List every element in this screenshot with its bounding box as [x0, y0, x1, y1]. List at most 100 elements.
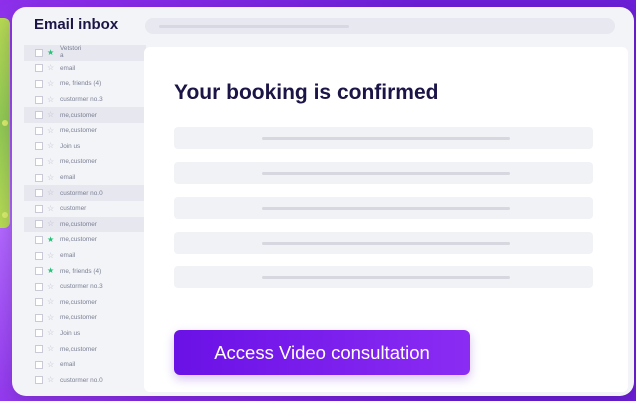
list-item[interactable]: ☆ custormer no.3	[24, 279, 146, 295]
checkbox-icon[interactable]	[35, 360, 43, 369]
checkbox-icon[interactable]	[35, 157, 43, 166]
list-item-label: email	[60, 64, 76, 72]
list-item-label: me,customer	[60, 111, 97, 119]
star-icon[interactable]: ★	[47, 267, 56, 275]
checkbox-icon[interactable]	[35, 376, 43, 385]
list-item[interactable]: ☆ email	[24, 248, 146, 264]
content-placeholder	[174, 162, 593, 184]
list-item-label: me,customer	[60, 236, 97, 244]
checkbox-icon[interactable]	[35, 298, 43, 307]
list-item-label: custormer no.0	[60, 376, 103, 384]
star-icon[interactable]: ☆	[47, 173, 56, 182]
list-item-label: customer	[60, 205, 87, 213]
star-icon[interactable]: ☆	[47, 95, 56, 104]
list-item-label: me,customer	[60, 298, 97, 306]
star-icon[interactable]: ★	[47, 48, 56, 57]
list-item[interactable]: ☆ email	[24, 357, 146, 373]
list-item[interactable]: ★ me, friends (4)	[24, 263, 146, 279]
search-bar[interactable]	[145, 18, 615, 34]
list-item[interactable]: ☆ Join us	[24, 139, 146, 155]
star-icon[interactable]: ☆	[47, 142, 56, 150]
content-placeholder	[174, 197, 593, 219]
decorative-dot	[2, 212, 8, 218]
star-icon[interactable]: ☆	[47, 329, 56, 337]
checkbox-icon[interactable]	[35, 235, 43, 244]
checkbox-icon[interactable]	[35, 64, 43, 73]
list-item[interactable]: ☆ me,customer	[24, 123, 146, 139]
star-icon[interactable]: ☆	[47, 157, 56, 166]
list-item[interactable]: ☆ me,customer	[24, 310, 146, 326]
star-icon[interactable]: ☆	[47, 204, 56, 213]
content-placeholder	[174, 266, 593, 288]
content-placeholder	[174, 232, 593, 254]
app-title: Email inbox	[34, 16, 119, 33]
list-item[interactable]: ☆ custormer no.3	[24, 92, 146, 108]
checkbox-icon[interactable]	[35, 95, 43, 104]
star-icon[interactable]: ☆	[47, 79, 56, 88]
star-icon[interactable]: ☆	[47, 298, 56, 306]
list-item[interactable]: ★ me,customer	[24, 232, 146, 248]
checkbox-icon[interactable]	[35, 251, 43, 260]
list-item[interactable]: ☆ me,customer	[24, 216, 146, 233]
checkbox-icon[interactable]	[35, 173, 43, 182]
list-item-label: me,customer	[60, 127, 97, 135]
star-icon[interactable]: ☆	[47, 126, 56, 135]
list-item-label: me, friends (4)	[60, 267, 102, 275]
checkbox-icon[interactable]	[35, 204, 43, 213]
checkbox-icon[interactable]	[35, 48, 43, 57]
list-item-label: Join us	[60, 329, 81, 337]
list-item[interactable]: ★ Vetstori a	[24, 45, 146, 61]
email-view: Your booking is confirmed Access Video c…	[144, 47, 628, 392]
list-item-label: me,customer	[60, 220, 97, 228]
list-item-label: Join us	[60, 142, 81, 150]
list-item-label: Vetstori a	[60, 45, 82, 59]
star-icon[interactable]: ☆	[47, 64, 56, 72]
star-icon[interactable]: ☆	[47, 251, 56, 260]
checkbox-icon[interactable]	[35, 345, 43, 354]
list-item[interactable]: ☆ me,customer	[24, 341, 146, 357]
list-item-label: me,customer	[60, 345, 97, 353]
checkbox-icon[interactable]	[35, 189, 43, 198]
list-item-label: custormer no.3	[60, 283, 103, 291]
search-placeholder-line	[159, 25, 349, 28]
checkbox-icon[interactable]	[35, 142, 43, 151]
list-item[interactable]: ☆ email	[24, 170, 146, 186]
list-item[interactable]: ☆ Join us	[24, 326, 146, 342]
email-window: Email inbox ★ Vetstori a ☆ email ☆ me, friends…	[12, 7, 634, 396]
checkbox-icon[interactable]	[35, 282, 43, 291]
inbox-list: ★ Vetstori a ☆ email ☆ me, friends (4) ☆ custorm…	[24, 45, 146, 388]
list-item[interactable]: ☆ customer	[24, 201, 146, 217]
checkbox-icon[interactable]	[35, 79, 43, 88]
star-icon[interactable]: ☆	[47, 360, 56, 369]
list-item[interactable]: ☆ me, friends (4)	[24, 76, 146, 92]
list-item[interactable]: ☆ me,customer	[24, 107, 146, 123]
star-icon[interactable]: ☆	[47, 282, 56, 291]
list-item[interactable]: ☆ custormer no.0	[24, 185, 146, 201]
checkbox-icon[interactable]	[35, 267, 43, 276]
checkbox-icon[interactable]	[35, 126, 43, 135]
checkbox-icon[interactable]	[35, 313, 43, 322]
star-icon[interactable]: ☆	[47, 345, 56, 353]
content-placeholder	[174, 127, 593, 149]
list-item-label: me,customer	[60, 158, 97, 166]
access-video-consultation-button[interactable]: Access Video consultation	[174, 330, 470, 375]
list-item-label: custormer no.0	[60, 189, 103, 197]
star-icon[interactable]: ☆	[47, 376, 56, 384]
list-item[interactable]: ☆ me,customer	[24, 154, 146, 170]
list-item-label: me,customer	[60, 314, 97, 322]
star-icon[interactable]: ☆	[47, 220, 56, 228]
star-icon[interactable]: ☆	[47, 111, 56, 119]
decorative-dot	[2, 120, 8, 126]
list-item[interactable]: ☆ email	[24, 61, 146, 77]
list-item[interactable]: ☆ custormer no.0	[24, 372, 146, 388]
email-heading: Your booking is confirmed	[174, 81, 439, 104]
star-icon[interactable]: ☆	[47, 189, 56, 197]
list-item[interactable]: ☆ me,customer	[24, 295, 146, 311]
checkbox-icon[interactable]	[35, 329, 43, 338]
checkbox-icon[interactable]	[35, 111, 43, 120]
star-icon[interactable]: ☆	[47, 313, 56, 322]
star-icon[interactable]: ★	[47, 235, 56, 244]
list-item-label: email	[60, 174, 76, 182]
list-item-label: email	[60, 361, 76, 369]
checkbox-icon[interactable]	[35, 220, 43, 229]
